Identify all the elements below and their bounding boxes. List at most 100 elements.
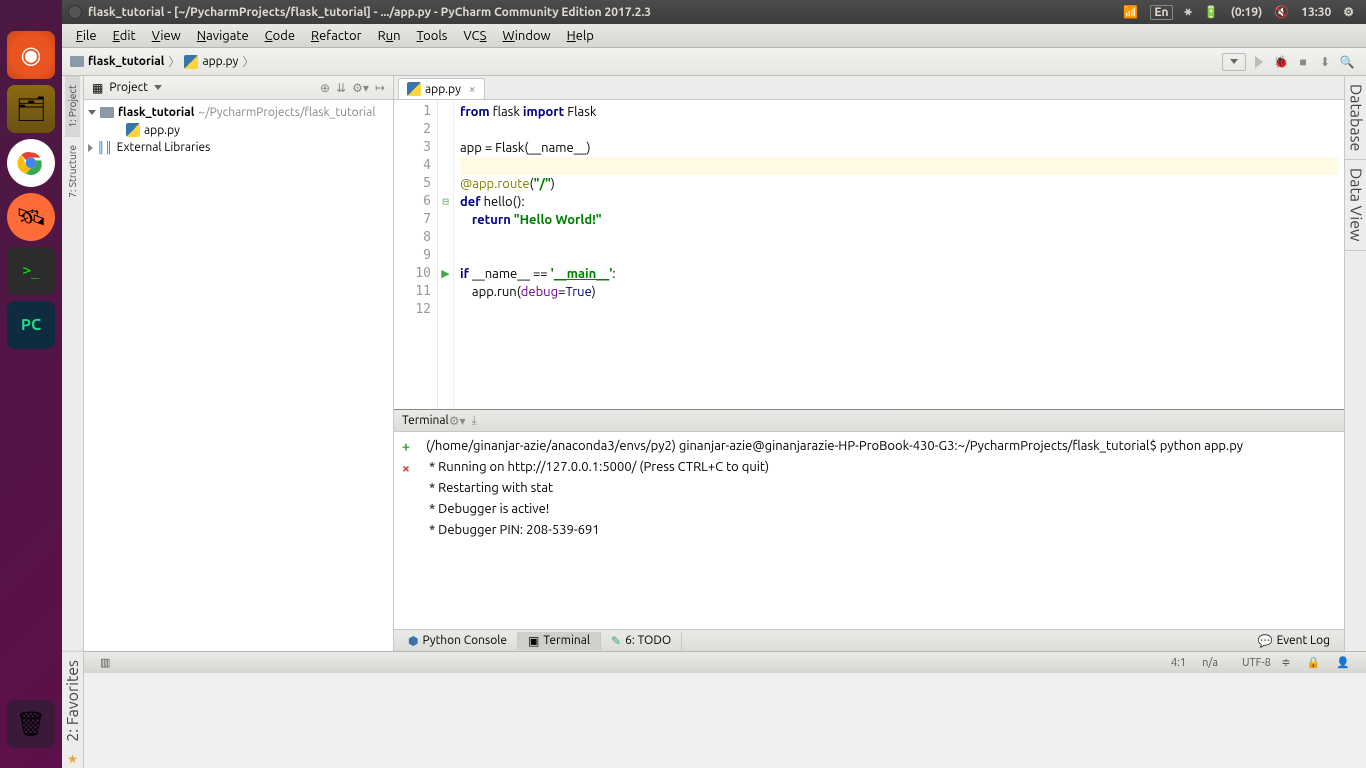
search-button[interactable]: 🔍: [1338, 53, 1356, 71]
expand-icon[interactable]: [88, 110, 96, 115]
pycharm-icon[interactable]: PC: [7, 301, 55, 349]
ide-body: 1: Project 7: Structure ▦ Project ⊕ ⇊ ⚙▾…: [62, 76, 1366, 651]
breadcrumb-folder[interactable]: flask_tutorial: [88, 55, 164, 68]
scroll-from-source-icon[interactable]: ⊕: [320, 81, 330, 95]
menubar: File Edit View Navigate Code Refactor Ru…: [62, 24, 1366, 48]
tab-database[interactable]: Database: [1345, 76, 1366, 160]
tree-file-label: app.py: [144, 124, 180, 137]
debug-button[interactable]: 🐞: [1272, 53, 1290, 71]
project-panel: ▦ Project ⊕ ⇊ ⚙▾ ↦ flask_tutorial ~/Pych…: [84, 76, 394, 651]
new-session-icon[interactable]: +: [402, 438, 410, 454]
window-title: flask_tutorial - [~/PycharmProjects/flas…: [88, 6, 651, 19]
breadcrumb: flask_tutorial 〉 app.py 〉: [70, 53, 254, 70]
close-icon[interactable]: ×: [469, 83, 476, 96]
code-content[interactable]: from flask import Flask app = Flask(__na…: [454, 100, 1344, 409]
menu-file[interactable]: File: [76, 29, 97, 43]
tab-favorites[interactable]: 2: Favorites: [62, 651, 84, 750]
run-config-dropdown[interactable]: [1222, 53, 1246, 71]
gear-icon[interactable]: ⚙▾: [352, 81, 369, 95]
files-icon[interactable]: 🗂: [7, 85, 55, 133]
left-tool-gutter: 1: Project 7: Structure: [62, 76, 84, 651]
project-panel-title: Project: [109, 81, 148, 94]
gear-icon[interactable]: ⚙: [1343, 5, 1354, 19]
tree-ext-label: External Libraries: [117, 141, 211, 154]
tree-external-libs[interactable]: ║║ External Libraries: [84, 139, 393, 156]
run-button[interactable]: [1250, 53, 1268, 71]
titlebar: flask_tutorial - [~/PycharmProjects/flas…: [62, 0, 1366, 24]
trash-icon[interactable]: 🗑: [7, 700, 55, 748]
update-button[interactable]: ⬇: [1316, 53, 1334, 71]
insert-mode: n/a: [1202, 657, 1218, 669]
collapse-all-icon[interactable]: ⇊: [336, 81, 346, 95]
hide-panel-icon[interactable]: ⤓: [472, 414, 477, 428]
todo-icon: ✎: [611, 634, 621, 648]
terminal-icon[interactable]: >_: [7, 247, 55, 295]
tree-file-app[interactable]: app.py: [84, 121, 393, 139]
tab-todo[interactable]: ✎ 6: TODO: [601, 632, 682, 650]
right-tool-gutter: Database Data View: [1344, 76, 1366, 651]
main-window: flask_tutorial - [~/PycharmProjects/flas…: [62, 0, 1366, 768]
menu-navigate[interactable]: Navigate: [197, 29, 249, 43]
python-file-icon: [184, 55, 198, 69]
battery-time: (0:19): [1231, 6, 1263, 19]
status-bar: ▥ 4:1 n/a UTF-8 ≑ 🔒 👤: [84, 651, 1366, 673]
battery-icon[interactable]: 🔋: [1204, 5, 1219, 19]
menu-edit[interactable]: Edit: [113, 29, 136, 43]
terminal-body: + × (/home/ginanjar-azie/anaconda3/envs/…: [394, 432, 1344, 629]
stop-button[interactable]: ■: [1294, 53, 1312, 71]
tab-event-log[interactable]: 💬 Event Log: [1248, 632, 1340, 650]
terminal-title: Terminal: [402, 414, 449, 427]
menu-view[interactable]: View: [152, 29, 181, 43]
breadcrumb-sep: 〉: [168, 53, 180, 70]
clock[interactable]: 13:30: [1301, 6, 1331, 19]
project-view-icon: ▦: [92, 81, 103, 95]
encoding[interactable]: UTF-8 ≑: [1234, 656, 1291, 669]
line-numbers: 123456789101112: [394, 100, 438, 409]
editor-tab-app[interactable]: app.py ×: [398, 78, 485, 99]
tab-structure[interactable]: 7: Structure: [65, 136, 80, 206]
menu-help[interactable]: Help: [567, 29, 594, 43]
cursor-position: 4:1: [1171, 657, 1186, 669]
postman-icon[interactable]: 🛰: [7, 193, 55, 241]
bluetooth-icon[interactable]: ⚹: [1185, 5, 1192, 19]
expand-icon[interactable]: [88, 144, 93, 152]
close-button[interactable]: [68, 5, 82, 19]
tree-root-name: flask_tutorial: [118, 106, 194, 119]
code-editor[interactable]: 123456789101112 ⊟▶ from flask import Fla…: [394, 100, 1344, 409]
ubuntu-dash-icon[interactable]: ◉: [7, 31, 55, 79]
breadcrumb-file[interactable]: app.py: [202, 55, 238, 68]
project-tree: flask_tutorial ~/PycharmProjects/flask_t…: [84, 100, 393, 160]
menu-run[interactable]: Run: [378, 29, 401, 43]
terminal-output[interactable]: (/home/ginanjar-azie/anaconda3/envs/py2)…: [418, 432, 1344, 629]
volume-icon[interactable]: 🔇: [1274, 5, 1289, 19]
hide-panel-icon[interactable]: ↦: [375, 81, 385, 95]
menu-tools[interactable]: Tools: [417, 29, 448, 43]
gear-icon[interactable]: ⚙▾: [449, 414, 466, 428]
tab-data-view[interactable]: Data View: [1345, 160, 1366, 250]
menu-window[interactable]: Window: [502, 29, 550, 43]
navigation-bar: flask_tutorial 〉 app.py 〉 🐞 ■ ⬇ 🔍: [62, 48, 1366, 76]
python-file-icon: [407, 82, 421, 96]
lock-icon[interactable]: 🔒: [1307, 656, 1321, 669]
tab-project[interactable]: 1: Project: [65, 76, 80, 136]
python-icon: ⬢: [408, 634, 418, 648]
tab-terminal[interactable]: ▣ Terminal: [518, 632, 601, 650]
wifi-icon[interactable]: 📶: [1123, 5, 1138, 19]
tool-windows-icon[interactable]: ▥: [100, 656, 110, 669]
hector-icon[interactable]: 👤: [1336, 656, 1350, 669]
lang-indicator[interactable]: En: [1150, 5, 1172, 20]
menu-vcs[interactable]: VCS: [463, 29, 486, 43]
chrome-icon[interactable]: [7, 139, 55, 187]
project-view-dropdown[interactable]: [154, 85, 162, 90]
folder-icon: [100, 107, 114, 118]
bottom-tool-tabs: ⬢ Python Console ▣ Terminal ✎ 6: TODO 💬 …: [394, 629, 1344, 651]
event-log-icon: 💬: [1258, 634, 1273, 648]
tab-python-console[interactable]: ⬢ Python Console: [398, 632, 518, 650]
editor-tabs: app.py ×: [394, 76, 1344, 100]
menu-code[interactable]: Code: [265, 29, 295, 43]
ubuntu-launcher: ◉ 🗂 🛰 >_ PC 🗑: [0, 0, 62, 768]
close-session-icon[interactable]: ×: [402, 460, 410, 476]
terminal-toolbar: + ×: [394, 432, 418, 629]
tree-root[interactable]: flask_tutorial ~/PycharmProjects/flask_t…: [84, 104, 393, 121]
menu-refactor[interactable]: Refactor: [311, 29, 362, 43]
